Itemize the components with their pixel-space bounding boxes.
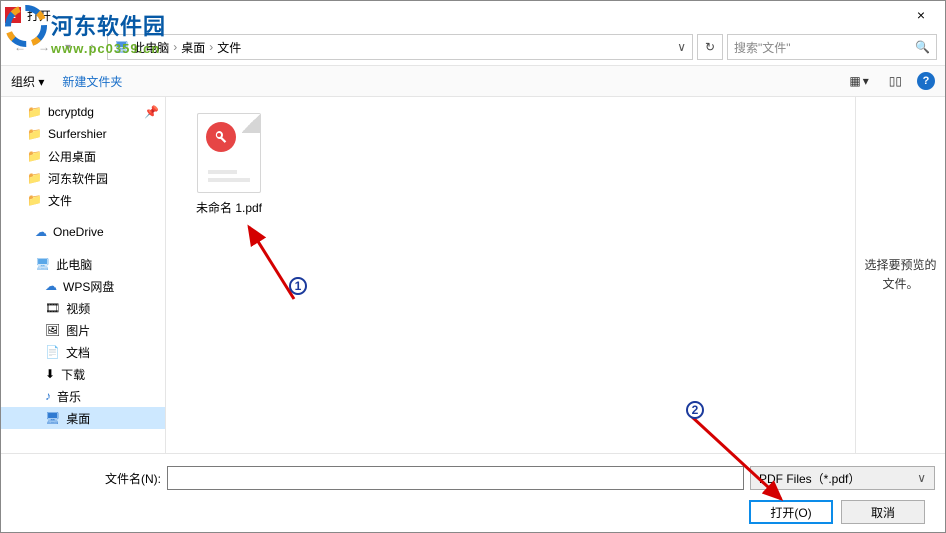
sidebar-item-label: 公用桌面: [48, 148, 96, 165]
sidebar-item-label: 视频: [66, 300, 90, 317]
video-icon: 🎞: [45, 301, 60, 315]
pdf-file-icon: [197, 113, 261, 193]
sidebar-item-label: Surfershier: [48, 127, 107, 141]
sidebar-item-wps[interactable]: ☁ WPS网盘: [1, 275, 165, 297]
sidebar-item-bcryptdg[interactable]: 📁 bcryptdg 📌: [1, 101, 165, 123]
sidebar-item-onedrive[interactable]: ☁ OneDrive: [1, 221, 165, 243]
sidebar-item-desktop[interactable]: 🖥 桌面: [1, 407, 165, 429]
pc-icon: 🖥: [114, 40, 129, 54]
cloud-icon: ☁: [45, 279, 57, 293]
chevron-right-icon: ›: [209, 40, 213, 54]
help-button[interactable]: ?: [917, 72, 935, 90]
search-placeholder: 搜索"文件": [734, 39, 791, 56]
close-button[interactable]: ×: [901, 1, 941, 29]
search-input[interactable]: 搜索"文件" 🔍: [727, 34, 937, 60]
desktop-icon: 🖥: [45, 411, 60, 425]
open-button[interactable]: 打开(O): [749, 500, 833, 524]
filename-label: 文件名(N):: [11, 470, 161, 487]
filename-input[interactable]: [167, 466, 744, 490]
crumb-3[interactable]: 文件: [217, 39, 241, 56]
organize-menu[interactable]: 组织 ▾: [11, 73, 44, 90]
search-icon[interactable]: 🔍: [915, 40, 930, 54]
folder-icon: 📁: [27, 193, 42, 207]
sidebar-item-downloads[interactable]: ⬇ 下载: [1, 363, 165, 385]
sidebar-item-wenjian[interactable]: 📁 文件: [1, 189, 165, 211]
sidebar-item-pictures[interactable]: 🖼 图片: [1, 319, 165, 341]
sidebar-item-label: 文档: [66, 344, 90, 361]
sidebar-item-surfershier[interactable]: 📁 Surfershier: [1, 123, 165, 145]
chevron-down-icon: ▾: [38, 75, 44, 89]
sidebar-item-label: 桌面: [66, 410, 90, 427]
nav-up-icon[interactable]: ↑: [81, 36, 103, 58]
folder-icon: 📁: [27, 171, 42, 185]
sidebar-item-label: 下载: [61, 366, 85, 383]
nav-forward-icon[interactable]: →: [33, 36, 55, 58]
image-icon: 🖼: [45, 323, 60, 337]
filetype-value: PDF Files（*.pdf）: [759, 470, 860, 487]
window-title: 打开: [27, 7, 901, 24]
sidebar: 📁 bcryptdg 📌 📁 Surfershier 📁 公用桌面 📁 河东软件园 📁 文件…: [1, 97, 166, 453]
cloud-icon: ☁: [35, 225, 47, 239]
file-name-label: 未命名 1.pdf: [196, 199, 262, 216]
sidebar-item-label: 此电脑: [56, 256, 92, 273]
sidebar-item-hedong[interactable]: 📁 河东软件园: [1, 167, 165, 189]
new-folder-button[interactable]: 新建文件夹: [62, 73, 122, 90]
view-mode-button[interactable]: ▦ ▾: [844, 71, 873, 91]
nav-dropdown-icon[interactable]: ▾: [57, 36, 79, 58]
breadcrumb[interactable]: 🖥 此电脑 › 桌面 › 文件 ∨: [107, 34, 693, 60]
pin-icon: 📌: [144, 105, 159, 119]
chevron-down-icon: ▾: [863, 74, 869, 88]
sidebar-item-this-pc[interactable]: 🖥 此电脑: [1, 253, 165, 275]
folder-icon: 📁: [27, 127, 42, 141]
sidebar-item-public-desktop[interactable]: 📁 公用桌面: [1, 145, 165, 167]
folder-icon: 📁: [27, 105, 42, 119]
folder-icon: 📁: [27, 149, 42, 163]
sidebar-item-label: 河东软件园: [48, 170, 108, 187]
dialog-footer: 文件名(N): PDF Files（*.pdf） ∨ 打开(O) 取消: [1, 453, 945, 533]
pc-icon: 🖥: [35, 257, 50, 271]
address-bar-row: ← → ▾ ↑ 🖥 此电脑 › 桌面 › 文件 ∨ ↻ 搜索"文件" 🔍: [1, 29, 945, 65]
sidebar-item-videos[interactable]: 🎞 视频: [1, 297, 165, 319]
sidebar-item-label: bcryptdg: [48, 105, 94, 119]
crumb-1[interactable]: 此电脑: [133, 39, 169, 56]
refresh-button[interactable]: ↻: [697, 34, 723, 60]
preview-pane-button[interactable]: ▯▯: [884, 71, 907, 91]
sidebar-item-music[interactable]: ♪ 音乐: [1, 385, 165, 407]
filetype-select[interactable]: PDF Files（*.pdf） ∨: [750, 466, 935, 490]
chevron-right-icon: ›: [173, 40, 177, 54]
nav-back-icon[interactable]: ←: [9, 36, 31, 58]
preview-pane: 选择要预览的文件。: [855, 97, 945, 453]
sidebar-item-label: WPS网盘: [63, 278, 114, 295]
file-item-pdf[interactable]: 未命名 1.pdf: [184, 109, 274, 220]
crumb-2[interactable]: 桌面: [181, 39, 205, 56]
sidebar-item-label: 文件: [48, 192, 72, 209]
toolbar: 组织 ▾ 新建文件夹 ▦ ▾ ▯▯ ?: [1, 65, 945, 97]
file-list-area[interactable]: 未命名 1.pdf: [166, 97, 855, 453]
app-icon: 2: [5, 7, 21, 23]
download-icon: ⬇: [45, 367, 55, 381]
cancel-button[interactable]: 取消: [841, 500, 925, 524]
preview-message: 选择要预览的文件。: [864, 256, 937, 294]
nav-arrows: ← → ▾ ↑: [9, 36, 103, 58]
sidebar-item-documents[interactable]: 📄 文档: [1, 341, 165, 363]
doc-icon: 📄: [45, 345, 60, 359]
music-icon: ♪: [45, 389, 51, 403]
sidebar-item-label: OneDrive: [53, 225, 104, 239]
sidebar-item-label: 图片: [66, 322, 90, 339]
crumb-dropdown-icon[interactable]: ∨: [677, 40, 686, 54]
sidebar-item-label: 音乐: [57, 388, 81, 405]
chevron-down-icon: ∨: [917, 471, 926, 485]
window-titlebar: 2 打开 ×: [1, 1, 945, 29]
